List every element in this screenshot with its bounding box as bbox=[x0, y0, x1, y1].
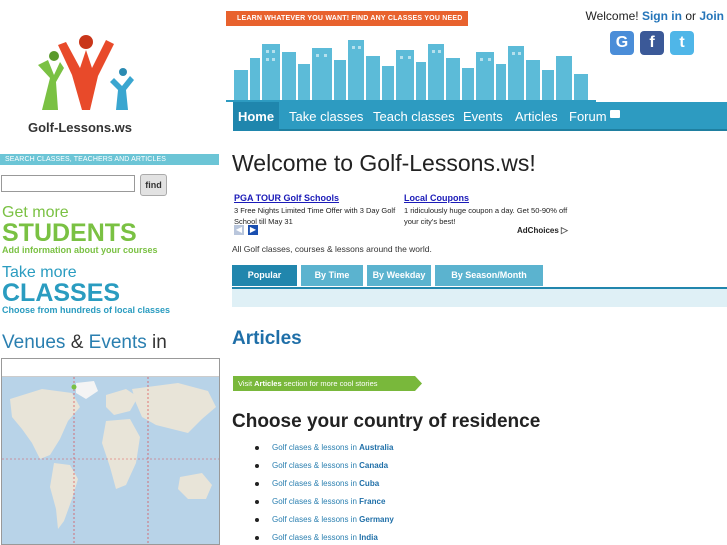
main-nav: Home Take classes Teach classes Events A… bbox=[233, 102, 727, 131]
country-item[interactable]: Golf clases & lessons in Cuba bbox=[255, 478, 394, 496]
search-input[interactable] bbox=[1, 175, 135, 192]
venues-events-heading: Venues & Events in bbox=[2, 332, 167, 354]
page-title: Welcome to Golf-Lessons.ws! bbox=[232, 150, 536, 176]
promo-students-big: STUDENTS bbox=[2, 219, 137, 247]
site-logo-text[interactable]: Golf-Lessons.ws bbox=[28, 120, 132, 135]
ad-text: 1 ridiculously huge coupon a day. Get 50… bbox=[404, 206, 568, 226]
ad-next-arrow-icon[interactable]: ▶ bbox=[248, 225, 258, 235]
country-heading: Choose your country of residence bbox=[232, 411, 541, 432]
ad-prev-arrow-icon[interactable]: ◀ bbox=[234, 225, 244, 235]
country-name: France bbox=[359, 497, 386, 506]
visit-prefix: Visit bbox=[238, 379, 255, 388]
tab-panel bbox=[232, 287, 727, 307]
country-list: Golf clases & lessons in Australia Golf … bbox=[255, 442, 394, 545]
country-item[interactable]: Golf clases & lessons in Australia bbox=[255, 442, 394, 460]
tab-by-time[interactable]: By Time bbox=[301, 265, 363, 286]
nav-take-classes[interactable]: Take classes bbox=[289, 102, 363, 131]
adchoices-link[interactable]: AdChoices ▷ bbox=[517, 225, 568, 236]
country-prefix: Golf clases & lessons in bbox=[272, 515, 360, 524]
country-prefix: Golf clases & lessons in bbox=[272, 443, 360, 452]
adchoices-icon: ▷ bbox=[561, 225, 568, 235]
or-text: or bbox=[685, 9, 696, 23]
country-name: Canada bbox=[359, 461, 389, 470]
country-item[interactable]: Golf clases & lessons in India bbox=[255, 532, 394, 545]
country-name: India bbox=[359, 533, 378, 542]
sign-in-link[interactable]: Sign in bbox=[642, 9, 682, 23]
nav-forum[interactable]: Forum bbox=[569, 102, 620, 131]
country-name: Cuba bbox=[359, 479, 380, 488]
tab-popular[interactable]: Popular bbox=[232, 265, 297, 286]
country-prefix: Golf clases & lessons in bbox=[272, 461, 360, 470]
visit-bold: Articles bbox=[254, 379, 282, 388]
world-map-graphic bbox=[2, 377, 219, 544]
visit-suffix: section for more cool stories bbox=[281, 379, 378, 388]
logo-figures-icon[interactable] bbox=[20, 20, 150, 115]
world-map[interactable] bbox=[1, 358, 220, 545]
country-prefix: Golf clases & lessons in bbox=[272, 497, 360, 506]
tagline-text: All Golf classes, courses & lessons arou… bbox=[232, 244, 432, 254]
country-item[interactable]: Golf clases & lessons in Canada bbox=[255, 460, 394, 478]
country-item[interactable]: Golf clases & lessons in Germany bbox=[255, 514, 394, 532]
promo-classes-big: CLASSES bbox=[2, 279, 121, 307]
city-skyline-illustration bbox=[226, 40, 596, 102]
venues-word[interactable]: Venues bbox=[2, 332, 65, 353]
nav-teach-classes[interactable]: Teach classes bbox=[373, 102, 455, 131]
ad-title-link[interactable]: PGA TOUR Golf Schools bbox=[234, 193, 406, 203]
ad-text: 3 Free Nights Limited Time Offer with 3 … bbox=[234, 206, 396, 226]
tab-by-season[interactable]: By Season/Month bbox=[435, 265, 543, 286]
country-prefix: Golf clases & lessons in bbox=[272, 479, 360, 488]
chat-bubble-icon bbox=[609, 110, 620, 118]
ad-block: PGA TOUR Golf Schools 3 Free Nights Limi… bbox=[234, 193, 406, 227]
articles-heading[interactable]: Articles bbox=[232, 328, 302, 350]
welcome-text: Welcome! bbox=[585, 9, 639, 23]
tab-by-weekday[interactable]: By Weekday bbox=[367, 265, 431, 286]
ad-block: Local Coupons 1 ridiculously huge coupon… bbox=[404, 193, 576, 227]
promo-classes-sub: Choose from hundreds of local classes bbox=[2, 305, 171, 315]
nav-events[interactable]: Events bbox=[463, 102, 503, 131]
visit-articles-link[interactable]: Visit Articles section for more cool sto… bbox=[233, 376, 422, 391]
promo-take-classes[interactable]: Take more CLASSES Choose from hundreds o… bbox=[2, 264, 170, 316]
find-button[interactable]: find bbox=[140, 174, 167, 196]
country-prefix: Golf clases & lessons in bbox=[272, 533, 360, 542]
events-word[interactable]: Events bbox=[89, 332, 147, 353]
country-item[interactable]: Golf clases & lessons in France bbox=[255, 496, 394, 514]
promo-get-students[interactable]: Get more STUDENTS Add information about … bbox=[2, 204, 158, 256]
adchoices-label: AdChoices bbox=[517, 226, 559, 235]
search-label: SEARCH CLASSES, TEACHERS AND ARTICLES bbox=[0, 154, 219, 165]
nav-forum-label: Forum bbox=[569, 109, 607, 124]
nav-home[interactable]: Home bbox=[233, 102, 279, 131]
twitter-icon[interactable]: t bbox=[670, 31, 694, 55]
country-name: Australia bbox=[359, 443, 394, 452]
left-column: Golf-Lessons.ws SEARCH CLASSES, TEACHERS… bbox=[0, 0, 221, 545]
ad-title-link[interactable]: Local Coupons bbox=[404, 193, 576, 203]
venues-in: in bbox=[152, 332, 167, 353]
join-link[interactable]: Join bbox=[699, 9, 724, 23]
banner-tagline: LEARN WHATEVER YOU WANT! FIND ANY CLASSE… bbox=[226, 11, 468, 26]
country-name: Germany bbox=[359, 515, 394, 524]
promo-students-sub: Add information about your courses bbox=[2, 245, 158, 255]
nav-articles[interactable]: Articles bbox=[515, 102, 558, 131]
google-icon[interactable]: G bbox=[610, 31, 634, 55]
account-links: Welcome! Sign in or Join bbox=[585, 9, 724, 23]
venues-amp: & bbox=[70, 332, 84, 353]
facebook-icon[interactable]: f bbox=[640, 31, 664, 55]
